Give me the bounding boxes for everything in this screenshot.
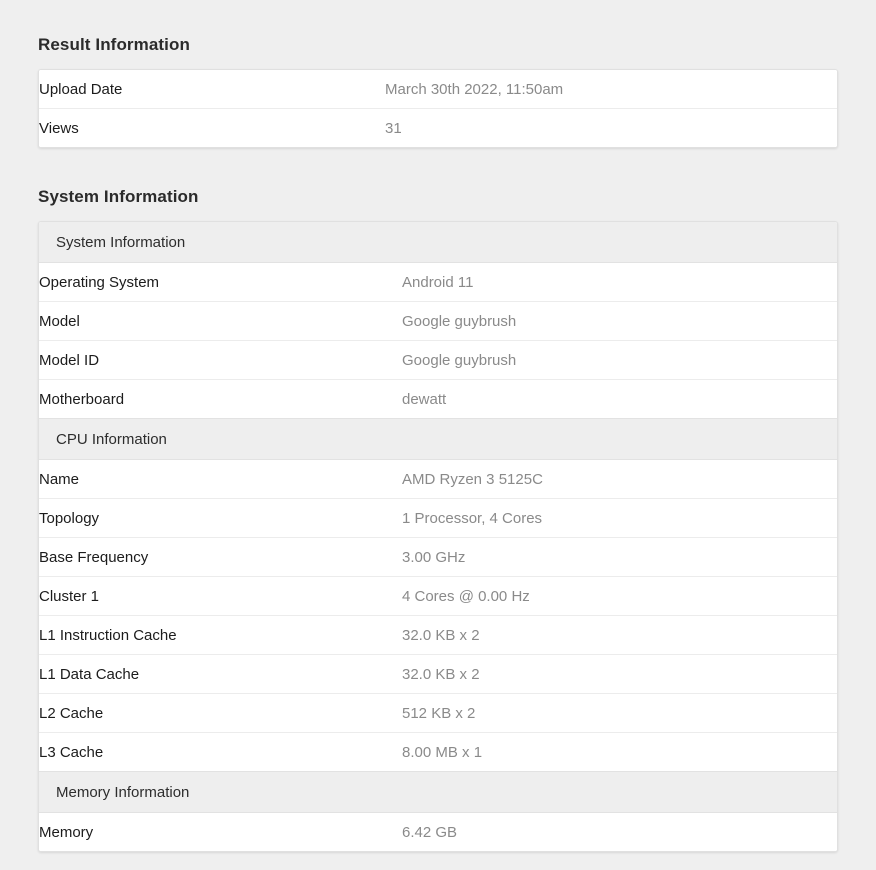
table-section-spacer [402, 772, 837, 813]
table-section-header-row: CPU Information [39, 419, 837, 460]
table-section-title: Memory Information [39, 772, 402, 813]
table-row: ModelGoogle guybrush [39, 302, 837, 341]
row-label: Topology [39, 499, 402, 538]
row-label: Model [39, 302, 402, 341]
row-label: Upload Date [39, 70, 385, 109]
row-label: Name [39, 460, 402, 499]
row-value: Google guybrush [402, 302, 837, 341]
row-label: L1 Instruction Cache [39, 616, 402, 655]
table-row: Cluster 14 Cores @ 0.00 Hz [39, 577, 837, 616]
row-value: 512 KB x 2 [402, 694, 837, 733]
row-label: L3 Cache [39, 733, 402, 772]
result-information-table: Upload DateMarch 30th 2022, 11:50amViews… [38, 69, 838, 148]
table-row: Memory6.42 GB [39, 813, 837, 852]
table-row: Upload DateMarch 30th 2022, 11:50am [39, 70, 837, 109]
result-information-heading: Result Information [38, 0, 838, 69]
system-information-rows: System InformationOperating SystemAndroi… [39, 222, 837, 851]
table-row: Motherboarddewatt [39, 380, 837, 419]
row-label: Model ID [39, 341, 402, 380]
table-row: L2 Cache512 KB x 2 [39, 694, 837, 733]
row-value: Android 11 [402, 263, 837, 302]
row-value: 31 [385, 109, 837, 148]
table-row: L3 Cache8.00 MB x 1 [39, 733, 837, 772]
table-section-spacer [402, 222, 837, 263]
row-label: Base Frequency [39, 538, 402, 577]
table-row: Base Frequency3.00 GHz [39, 538, 837, 577]
table-section-header-row: Memory Information [39, 772, 837, 813]
table-section-title: System Information [39, 222, 402, 263]
row-label: Motherboard [39, 380, 402, 419]
row-value: 3.00 GHz [402, 538, 837, 577]
result-information-rows: Upload DateMarch 30th 2022, 11:50amViews… [39, 70, 837, 147]
row-value: 32.0 KB x 2 [402, 655, 837, 694]
row-label: L2 Cache [39, 694, 402, 733]
table-section-spacer [402, 419, 837, 460]
table-section-header-row: System Information [39, 222, 837, 263]
row-label: Operating System [39, 263, 402, 302]
row-label: L1 Data Cache [39, 655, 402, 694]
table-row: NameAMD Ryzen 3 5125C [39, 460, 837, 499]
table-row: L1 Data Cache32.0 KB x 2 [39, 655, 837, 694]
system-information-heading: System Information [38, 148, 838, 221]
row-value: dewatt [402, 380, 837, 419]
table-row: Model IDGoogle guybrush [39, 341, 837, 380]
row-value: Google guybrush [402, 341, 837, 380]
row-value: March 30th 2022, 11:50am [385, 70, 837, 109]
row-label: Memory [39, 813, 402, 852]
row-value: 4 Cores @ 0.00 Hz [402, 577, 837, 616]
row-value: 8.00 MB x 1 [402, 733, 837, 772]
table-row: Topology1 Processor, 4 Cores [39, 499, 837, 538]
table-row: Operating SystemAndroid 11 [39, 263, 837, 302]
row-label: Cluster 1 [39, 577, 402, 616]
table-section-title: CPU Information [39, 419, 402, 460]
table-row: Views31 [39, 109, 837, 148]
row-label: Views [39, 109, 385, 148]
table-row: L1 Instruction Cache32.0 KB x 2 [39, 616, 837, 655]
result-page: Result Information Upload DateMarch 30th… [0, 0, 876, 852]
row-value: 1 Processor, 4 Cores [402, 499, 837, 538]
system-information-table: System InformationOperating SystemAndroi… [38, 221, 838, 852]
row-value: 6.42 GB [402, 813, 837, 852]
row-value: AMD Ryzen 3 5125C [402, 460, 837, 499]
row-value: 32.0 KB x 2 [402, 616, 837, 655]
